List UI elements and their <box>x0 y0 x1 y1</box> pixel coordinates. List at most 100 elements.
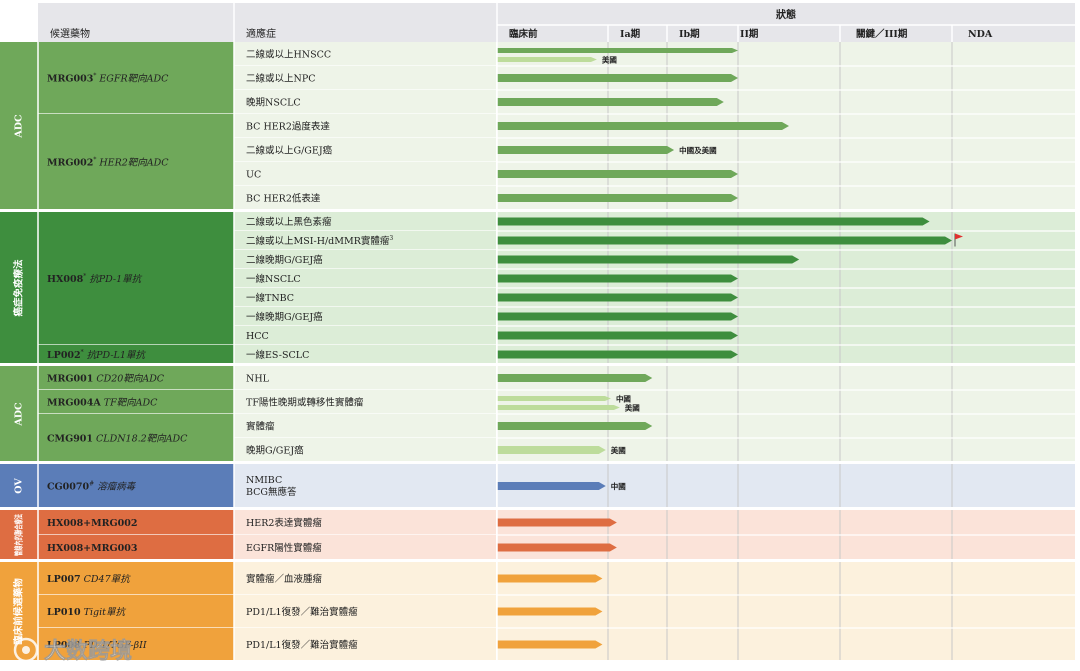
indication-label: UC <box>246 170 261 181</box>
indication-label: 晚期G/GEJ癌 <box>246 445 304 457</box>
indication-text: HER2表達實體瘤 <box>246 517 322 529</box>
indication-text: 二線或以上黑色素瘤 <box>246 216 332 228</box>
status-bar <box>497 98 724 106</box>
drug-desc: 抗PD-1單抗 <box>89 273 142 285</box>
bar-note: 中國及美國 <box>679 145 717 155</box>
indication-label: 一線TNBC <box>246 292 294 304</box>
drug-desc: CLDN18.2靶向ADC <box>96 434 188 445</box>
indication-text: 二線或以上NPC <box>246 73 315 85</box>
status-bar <box>497 374 653 382</box>
drug-code: HX008 <box>47 274 84 285</box>
drug-name: MRG001 CD20靶向ADC <box>47 374 165 385</box>
bar-note: 中國 <box>616 394 631 404</box>
indication-label: 二線或以上MSI-H/dMMR實體瘤 <box>246 235 390 247</box>
indication-text: BCG無應答 <box>246 486 297 498</box>
indication-label: 二線晚期G/GEJ癌 <box>246 254 323 266</box>
indication-text: 一線ES-SCLC <box>246 349 309 361</box>
group-label: ADC <box>14 114 25 139</box>
indication-text: 實體瘤／血液腫瘤 <box>246 573 323 585</box>
status-bar <box>497 312 738 321</box>
indication-text: 二線或以上HNSCC <box>246 49 331 61</box>
group-label: 癌症免疫療法 <box>13 259 25 317</box>
status-bar <box>497 543 617 552</box>
drug-code: CG0070 <box>47 482 90 493</box>
drug-desc: 抗PD-L1單抗 <box>87 349 147 361</box>
bar-note: 中國 <box>611 481 626 491</box>
status-bar <box>497 236 952 245</box>
drug-code: HX008+MRG003 <box>47 543 138 554</box>
indication-text: PD1/L1復發／難治實體瘤 <box>246 639 358 651</box>
indication-label: 實體瘤／血液腫瘤 <box>246 573 323 585</box>
drug-code: LP010 <box>47 607 81 618</box>
indication-label: 實體瘤 <box>246 421 275 433</box>
drug-name: MRG002* HER2靶向ADC <box>47 157 169 169</box>
header-phase: Ib期 <box>679 28 700 40</box>
pipeline-chart: 候選藥物 適應症 狀態臨床前 Ia期 Ib期 II期 關鍵／III期 NDA ADC MRG003… <box>0 3 1075 664</box>
drug-code: LP002 <box>47 350 81 361</box>
indication-label: HER2表達實體瘤 <box>246 517 322 529</box>
status-bar <box>497 255 800 264</box>
status-bar <box>497 350 738 359</box>
header-status: 狀態 <box>776 8 796 21</box>
drug-name: CMG901 CLDN18.2靶向ADC <box>47 434 188 445</box>
header-phase: NDA <box>968 29 993 40</box>
drug-sup: # <box>89 481 94 488</box>
drug-code: MRG001 <box>47 374 93 385</box>
status-bar <box>497 48 738 53</box>
drug-desc: EGFR靶向ADC <box>98 74 169 85</box>
indication-label: BC HER2過度表達 <box>246 121 330 133</box>
bar-note: 美國 <box>611 445 626 455</box>
indication-text: BC HER2過度表達 <box>246 121 330 133</box>
bar-note: 美國 <box>625 403 640 413</box>
header-phase: II期 <box>740 28 758 40</box>
drug-code: LP007 <box>47 574 81 585</box>
indication-label: 二線或以上黑色素瘤 <box>246 216 332 228</box>
header-indication: 適應症 <box>246 27 276 40</box>
indication-label: 一線NSCLC <box>246 273 301 285</box>
drug-name: LP010 Tigit單抗 <box>47 606 126 618</box>
indication-label: NHL <box>246 374 270 385</box>
group-label: 管線內的聯合療法 <box>14 514 25 556</box>
indication-label: 二線或以上G/GEJ癌 <box>246 145 333 157</box>
status-bar <box>497 574 603 583</box>
indication-text: NHL <box>246 374 270 385</box>
header-phase: Ia期 <box>620 28 640 40</box>
indication-text: NMIBC <box>246 475 282 486</box>
status-bar <box>497 146 675 154</box>
indication-text: UC <box>246 170 261 181</box>
group-label: OV <box>14 478 25 494</box>
indication-label: PD1/L1復發／難治實體瘤 <box>246 606 358 618</box>
status-bar <box>497 122 789 130</box>
indication-label: 二線或以上NPC <box>246 73 315 85</box>
indication-label: 晚期NSCLC <box>246 98 301 109</box>
watermark-text: 大数跨境 <box>44 638 132 664</box>
header-phase: 臨床前 <box>509 28 538 40</box>
indication-text: 二線或以上MSI-H/dMMR實體瘤3 <box>246 235 393 247</box>
status-bar <box>497 170 738 178</box>
drug-desc: 溶瘤病毒 <box>97 481 137 493</box>
indication-cell <box>234 162 496 186</box>
indication-label: HCC <box>246 331 269 342</box>
indication-text: HCC <box>246 331 269 342</box>
indication-text: 二線晚期G/GEJ癌 <box>246 254 323 266</box>
indication-cell <box>234 464 496 508</box>
drug-code: MRG002 <box>47 158 93 169</box>
indication-label: EGFR陽性實體瘤 <box>246 542 322 554</box>
drug-sup: * <box>93 73 96 80</box>
indication-label: 一線ES-SCLC <box>246 349 309 361</box>
drug-desc: HER2靶向ADC <box>98 158 169 169</box>
drug-sup: * <box>81 349 84 356</box>
drug-name: MRG003* EGFR靶向ADC <box>47 73 169 85</box>
drug-code: MRG003 <box>47 74 93 85</box>
drug-name: HX008+MRG003 <box>47 543 138 554</box>
drug-code: CMG901 <box>47 434 93 445</box>
status-bar <box>497 274 738 283</box>
status-bar <box>497 446 606 454</box>
drug-sup: * <box>83 273 86 280</box>
header-phase: 關鍵／III期 <box>856 28 907 40</box>
status-bar <box>497 293 738 302</box>
indication-text: TF陽性晚期或轉移性實體瘤 <box>246 397 364 409</box>
indication-cell <box>234 366 496 390</box>
indication-text: 晚期NSCLC <box>246 98 301 109</box>
status-bar <box>497 482 606 490</box>
